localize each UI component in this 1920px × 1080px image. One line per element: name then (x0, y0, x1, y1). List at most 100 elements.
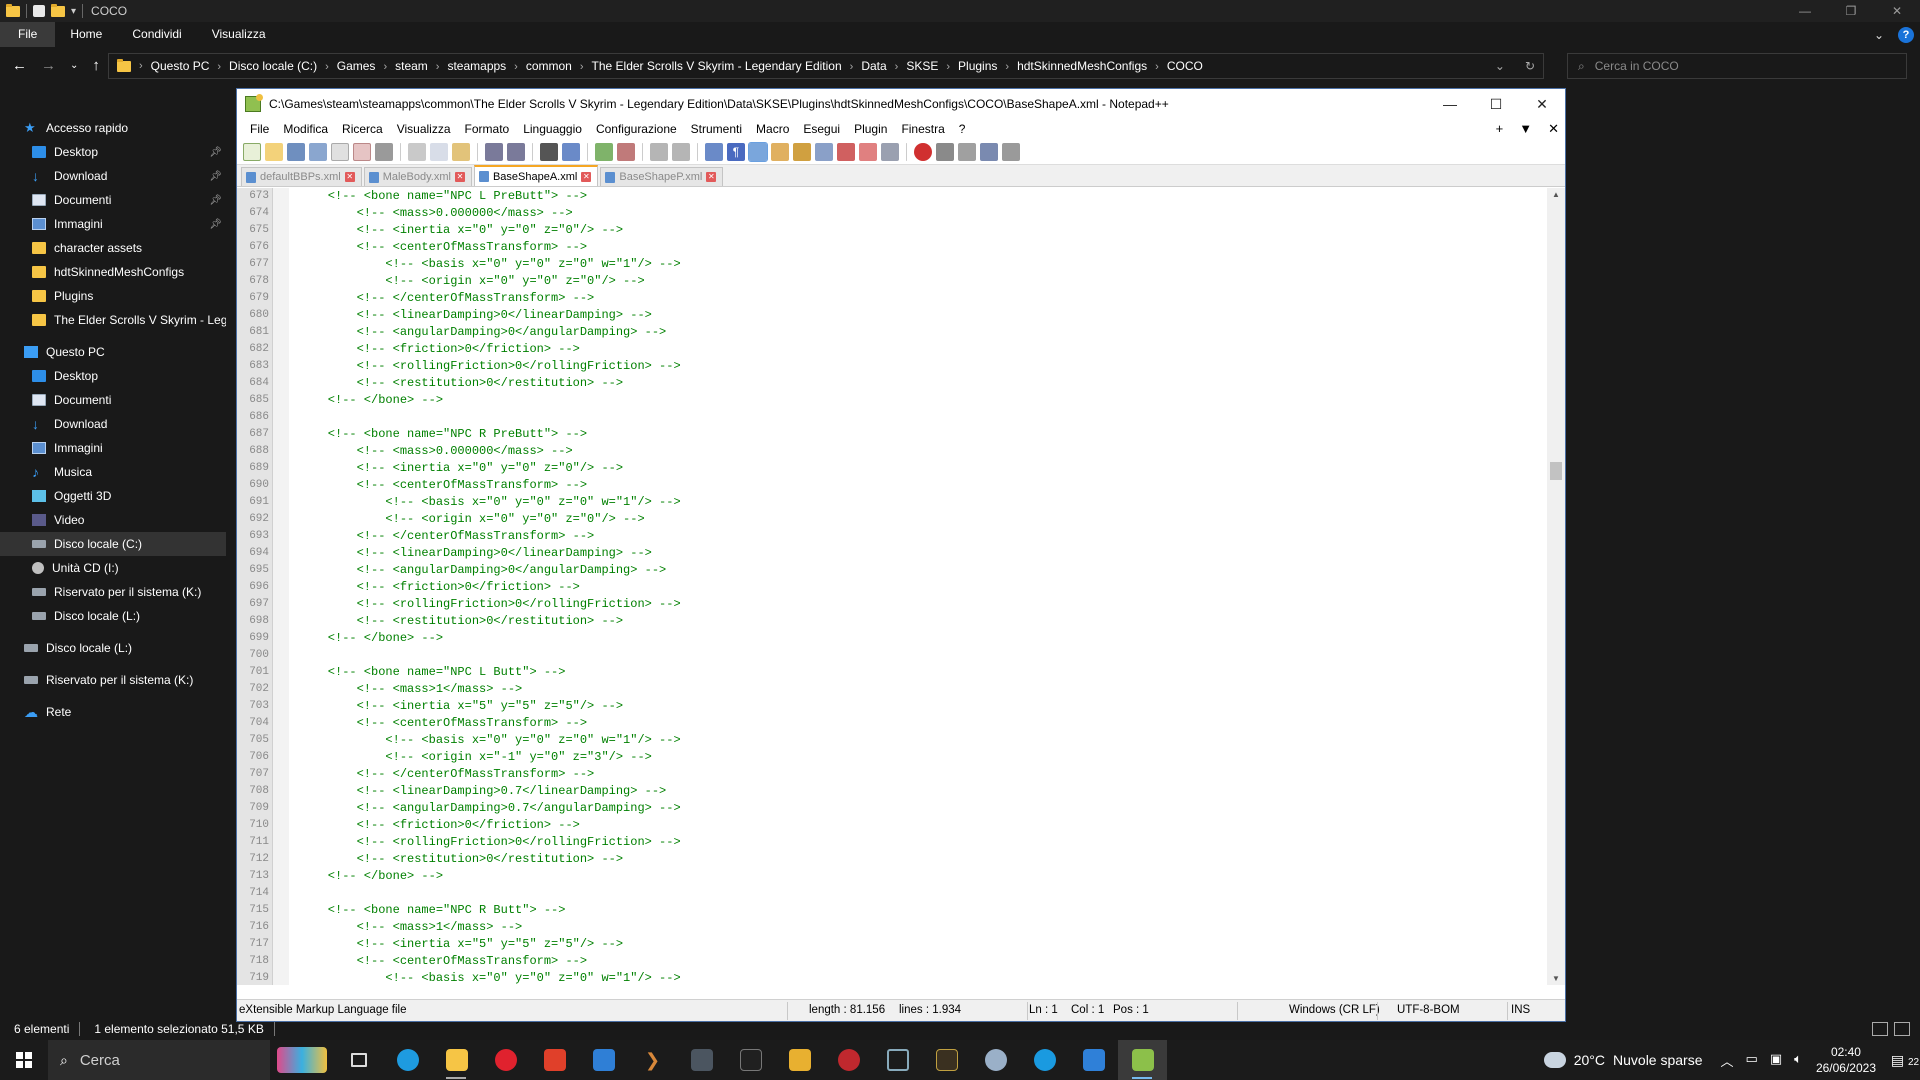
close-file-icon[interactable] (331, 142, 349, 161)
breadcrumb-item[interactable]: SKSE (906, 59, 938, 73)
monitoring-icon[interactable] (881, 142, 899, 161)
code-line[interactable]: 690 <!-- <centerOfMassTransform> --> (237, 477, 1549, 494)
chevron-right-icon[interactable]: › (325, 61, 329, 73)
chevron-right-icon[interactable]: › (895, 61, 899, 73)
code-line[interactable]: 692 <!-- <origin x="0" y="0" z="0"/> --> (237, 511, 1549, 528)
breadcrumb-item[interactable]: common (526, 59, 572, 73)
doc-map-icon[interactable] (793, 142, 811, 161)
record-macro-icon[interactable] (914, 142, 932, 161)
code-line[interactable]: 684 <!-- <restitution>0</restitution> --… (237, 375, 1549, 392)
nav-item[interactable]: Disco locale (L:) (0, 604, 226, 628)
insert-mode[interactable]: INS (1511, 1004, 1530, 1016)
chevron-right-icon[interactable]: › (139, 60, 143, 72)
chevron-right-icon[interactable]: › (1155, 61, 1159, 73)
pin-icon[interactable]: 📌︎ (209, 147, 222, 158)
zoom-out-icon[interactable] (617, 142, 635, 161)
breadcrumb-item[interactable]: Data (861, 59, 886, 73)
folder-workspace-icon[interactable] (859, 142, 877, 161)
menu-view[interactable]: Visualizza (390, 122, 458, 136)
nav-item[interactable]: Oggetti 3D (0, 484, 226, 508)
nav-item[interactable]: ↓ Download (0, 412, 226, 436)
nav-item[interactable]: ♪ Musica (0, 460, 226, 484)
nav-item[interactable]: The Elder Scrolls V Skyrim - Leger (0, 308, 226, 332)
code-line[interactable]: 719 <!-- <basis x="0" y="0" z="0" w="1"/… (237, 970, 1549, 985)
notepadpp-taskbar-icon[interactable] (1118, 1040, 1167, 1080)
breadcrumb-item[interactable]: Plugins (958, 59, 997, 73)
tab-view[interactable]: Visualizza (197, 22, 281, 47)
file-tab[interactable]: defaultBBPs.xml ✕ (241, 167, 362, 186)
chevron-right-icon[interactable]: › (514, 61, 518, 73)
minimize-button[interactable]: — (1782, 0, 1828, 22)
code-line[interactable]: 701 <!-- <bone name="NPC L Butt"> --> (237, 664, 1549, 681)
nav-item[interactable]: Questo PC (0, 340, 226, 364)
find-icon[interactable] (540, 142, 558, 161)
network-icon[interactable]: ▣ (1770, 1051, 1782, 1070)
volume-icon[interactable]: 🔈︎ (1794, 1051, 1802, 1070)
code-line[interactable]: 700 (237, 647, 1549, 664)
code-line[interactable]: 694 <!-- <linearDamping>0</linearDamping… (237, 545, 1549, 562)
close-tab-icon[interactable]: ✕ (344, 172, 355, 182)
dropdown-icon[interactable]: ▼ (1519, 121, 1532, 137)
close-button[interactable]: ✕ (1874, 0, 1920, 22)
breadcrumb-item[interactable]: steamapps (447, 59, 506, 73)
menu-search[interactable]: Ricerca (335, 122, 390, 136)
code-line[interactable]: 718 <!-- <centerOfMassTransform> --> (237, 953, 1549, 970)
code-line[interactable]: 712 <!-- <restitution>0</restitution> --… (237, 851, 1549, 868)
nav-item[interactable]: Riservato per il sistema (K:) (0, 668, 226, 692)
nav-item[interactable]: Immagini (0, 436, 226, 460)
zoom-in-icon[interactable] (595, 142, 613, 161)
nav-item[interactable]: character assets (0, 236, 226, 260)
nav-item[interactable]: ★ Accesso rapido (0, 116, 226, 140)
code-line[interactable]: 707 <!-- </centerOfMassTransform> --> (237, 766, 1549, 783)
skype-icon[interactable] (1020, 1040, 1069, 1080)
meet-icon[interactable]: ▭ (1746, 1051, 1758, 1070)
code-line[interactable]: 686 (237, 409, 1549, 426)
help-icon[interactable]: ? (1898, 26, 1914, 43)
chevron-right-icon[interactable]: › (217, 61, 221, 73)
refresh-icon[interactable]: ↻ (1525, 59, 1535, 73)
foxit-icon[interactable] (530, 1040, 579, 1080)
indent-guide-icon[interactable] (748, 141, 768, 162)
code-line[interactable]: 677 <!-- <basis x="0" y="0" z="0" w="1"/… (237, 256, 1549, 273)
nav-item[interactable]: ☁ Rete (0, 700, 226, 724)
code-line[interactable]: 714 (237, 885, 1549, 902)
close-tab-icon[interactable]: ✕ (581, 171, 592, 182)
nav-item[interactable]: Immagini 📌︎ (0, 212, 226, 236)
pin-icon[interactable]: 📌︎ (209, 171, 222, 182)
nav-item[interactable]: Desktop (0, 364, 226, 388)
pen-app-icon[interactable] (873, 1040, 922, 1080)
scrollbar-thumb[interactable] (1550, 462, 1562, 480)
code-line[interactable]: 678 <!-- <origin x="0" y="0" z="0"/> --> (237, 273, 1549, 290)
recent-locations-icon[interactable]: ⌄ (70, 57, 78, 75)
app-window-icon[interactable] (1069, 1040, 1118, 1080)
tab-share[interactable]: Condividi (117, 22, 196, 47)
menu-window[interactable]: Finestra (894, 122, 951, 136)
chevron-right-icon[interactable]: › (1005, 61, 1009, 73)
breadcrumb-item[interactable]: The Elder Scrolls V Skyrim - Legendary E… (592, 59, 842, 73)
nav-item[interactable]: Documenti 📌︎ (0, 188, 226, 212)
open-file-icon[interactable] (265, 142, 283, 161)
search-input[interactable] (1594, 59, 1875, 73)
code-line[interactable]: 710 <!-- <friction>0</friction> --> (237, 817, 1549, 834)
close-tab-icon[interactable]: ✕ (454, 172, 465, 182)
code-line[interactable]: 674 <!-- <mass>0.000000</mass> --> (237, 205, 1549, 222)
save-icon[interactable] (287, 142, 305, 161)
nav-item[interactable]: Documenti (0, 388, 226, 412)
code-line[interactable]: 689 <!-- <inertia x="0" y="0" z="0"/> --… (237, 460, 1549, 477)
sync-horizontal-icon[interactable] (672, 142, 690, 161)
code-line[interactable]: 683 <!-- <rollingFriction>0</rollingFric… (237, 358, 1549, 375)
code-line[interactable]: 713 <!-- </bone> --> (237, 868, 1549, 885)
taskbar-search-input[interactable] (79, 1051, 230, 1069)
address-bar[interactable]: › Questo PC › Disco locale (C:) › Games › stea… (108, 53, 1544, 79)
task-view-icon[interactable] (334, 1040, 383, 1080)
menu-tools[interactable]: Strumenti (684, 122, 749, 136)
copy-icon[interactable] (430, 142, 448, 161)
back-icon[interactable]: ← (12, 57, 27, 75)
code-line[interactable]: 679 <!-- </centerOfMassTransform> --> (237, 290, 1549, 307)
new-file-icon[interactable] (243, 142, 261, 161)
maximize-button[interactable]: ❐ (1828, 0, 1874, 22)
redo-icon[interactable] (507, 142, 525, 161)
pin-icon[interactable]: 📌︎ (209, 195, 222, 206)
details-view-icon[interactable] (1872, 1022, 1888, 1036)
nav-item[interactable]: Video (0, 508, 226, 532)
